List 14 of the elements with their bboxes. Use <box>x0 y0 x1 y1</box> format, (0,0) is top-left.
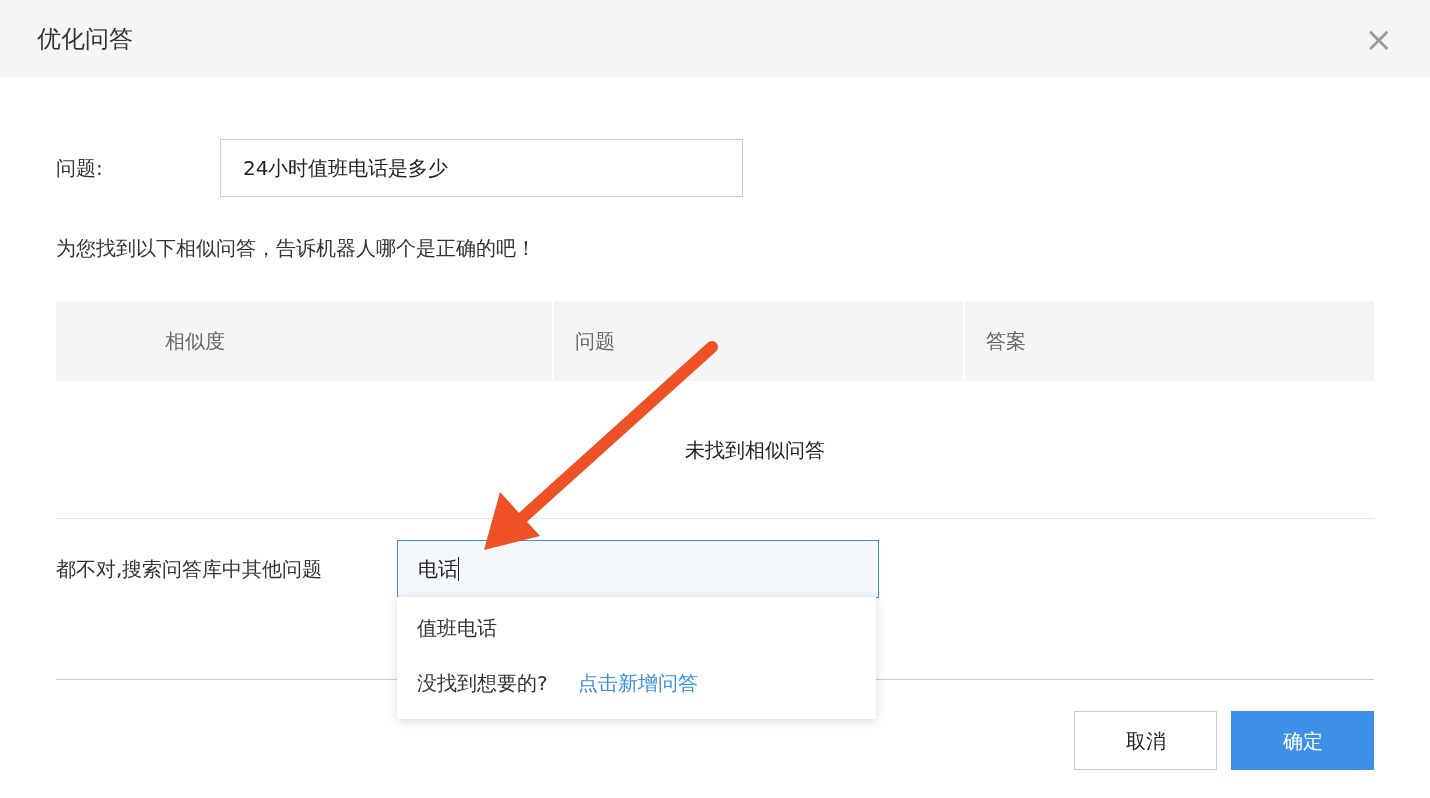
search-value: 电话 <box>418 556 458 583</box>
cancel-button[interactable]: 取消 <box>1074 711 1217 770</box>
column-header: 相似度 <box>56 301 552 381</box>
column-header: 答案 <box>965 301 1374 381</box>
search-input[interactable]: 电话 <box>397 540 879 598</box>
not-found-text: 没找到想要的? <box>417 670 548 697</box>
search-label: 都不对,搜索问答库中其他问题 <box>56 556 324 583</box>
hint-text: 为您找到以下相似问答，告诉机器人哪个是正确的吧！ <box>56 235 537 262</box>
question-label: 问题: <box>56 155 104 182</box>
column-header: 问题 <box>554 301 963 381</box>
empty-message: 未找到相似问答 <box>685 436 825 464</box>
dialog-title: 优化问答 <box>37 23 133 55</box>
suggestion-item[interactable]: 值班电话 <box>397 603 876 653</box>
question-input[interactable]: 24小时值班电话是多少 <box>220 139 743 197</box>
